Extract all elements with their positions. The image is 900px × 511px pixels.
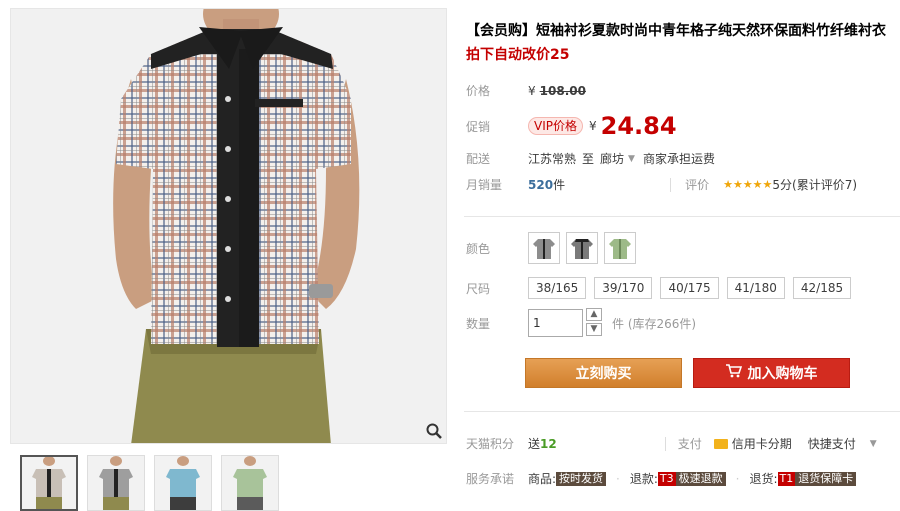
dot-separator: ·	[735, 471, 740, 486]
price-currency: ¥	[528, 83, 536, 98]
sales-unit: 件	[553, 178, 566, 192]
shipping-to-word: 至	[582, 152, 595, 166]
thumbnail-image	[222, 456, 278, 510]
shipping-from: 江苏常熟	[528, 152, 577, 166]
sales-count: 520	[528, 177, 554, 192]
shipping-destination[interactable]: 廊坊	[600, 150, 624, 167]
sales-row: 月销量 520 件 评价 ★★★★★ 5分(累计评价7)	[466, 176, 857, 193]
rating-stars-icon: ★★★★★	[723, 178, 773, 191]
size-row: 尺码 38/165 39/170 40/175 41/180 42/185	[466, 277, 859, 299]
stock-text: 件 (库存266件)	[612, 316, 697, 331]
section-divider	[464, 411, 900, 412]
thumbnail-3[interactable]	[154, 455, 212, 511]
original-price: 108.00	[539, 83, 586, 98]
thumbnail-image	[22, 457, 76, 509]
thumbnail-4[interactable]	[221, 455, 279, 511]
section-divider	[464, 216, 900, 217]
color-row: 颜色	[466, 232, 642, 264]
shirt-model-illustration	[113, 9, 360, 443]
points-label: 天猫积分	[466, 437, 515, 451]
increase-arrow-icon[interactable]: ▲	[586, 308, 602, 321]
t1-badge: T1	[777, 471, 796, 486]
quantity-input[interactable]: 1	[528, 309, 583, 337]
shirt-icon	[609, 239, 631, 259]
shipping-fee: 商家承担运费	[642, 152, 715, 166]
credit-card-installment[interactable]: 信用卡分期	[732, 435, 792, 452]
rating-label: 评价	[685, 178, 710, 192]
points-row: 天猫积分 送 12 支付 信用卡分期 快捷支付 ▼	[466, 435, 877, 452]
quick-pay[interactable]: 快捷支付	[808, 435, 856, 452]
main-product-image[interactable]	[10, 8, 447, 444]
cart-icon	[725, 359, 742, 389]
shipping-label: 配送	[466, 152, 491, 166]
decrease-arrow-icon[interactable]: ▼	[586, 323, 602, 336]
divider	[670, 177, 672, 192]
color-swatch-dark-gray[interactable]	[566, 232, 598, 264]
chevron-down-icon[interactable]: ▼	[870, 439, 877, 449]
rating-text[interactable]: 5分(累计评价7)	[772, 176, 857, 193]
shipping-row: 配送 江苏常熟 至 廊坊 ▼ 商家承担运费	[466, 150, 715, 167]
thumbnail-2[interactable]	[87, 455, 145, 511]
quantity-row: 数量 1 ▲ ▼ 件 (库存266件)	[466, 308, 696, 338]
fast-refund-badge[interactable]: 极速退款	[675, 471, 726, 486]
price-label: 价格	[466, 84, 491, 98]
size-option-38[interactable]: 38/165	[528, 277, 587, 299]
promo-row: 促销 VIP价格 ¥ 24.84	[466, 112, 677, 140]
quantity-label: 数量	[466, 316, 491, 331]
thumbnail-image	[88, 456, 144, 510]
credit-card-icon	[713, 438, 728, 449]
service-row: 服务承诺 商品: 按时发货 · 退款: T3 极速退款 · 退货: T1 退货保…	[466, 470, 857, 487]
color-swatch-gray[interactable]	[528, 232, 560, 264]
sales-label: 月销量	[466, 178, 503, 192]
chevron-down-icon[interactable]: ▼	[628, 154, 635, 164]
color-swatch-green[interactable]	[604, 232, 636, 264]
promo-label: 促销	[466, 119, 491, 134]
add-to-cart-button[interactable]: 加入购物车	[693, 358, 850, 388]
shirt-icon	[571, 239, 593, 259]
service-return-label: 退货:	[749, 472, 778, 486]
vip-price-badge: VIP价格	[528, 117, 583, 135]
add-to-cart-label: 加入购物车	[747, 366, 818, 382]
payment-label: 支付	[677, 437, 702, 451]
size-label: 尺码	[466, 281, 491, 296]
price-row: 价格 ¥ 108.00	[466, 82, 586, 99]
shirt-icon	[533, 239, 555, 259]
dot-separator: ·	[616, 471, 620, 486]
thumbnail-image	[155, 456, 211, 510]
size-option-42[interactable]: 42/185	[792, 277, 852, 299]
service-refund-label: 退款:	[629, 472, 658, 486]
on-time-delivery-badge[interactable]: 按时发货	[556, 471, 607, 486]
service-label: 服务承诺	[466, 472, 515, 486]
t3-badge: T3	[657, 471, 676, 486]
points-prefix: 送	[528, 437, 541, 451]
zoom-magnifier-icon[interactable]	[425, 422, 443, 440]
thumbnail-strip	[20, 455, 279, 511]
size-option-39[interactable]: 39/170	[594, 277, 653, 299]
quantity-stepper: ▲ ▼	[586, 308, 602, 338]
buy-now-button[interactable]: 立刻购买	[525, 358, 682, 388]
return-guarantee-badge[interactable]: 退货保障卡	[795, 471, 857, 486]
size-option-40[interactable]: 40/175	[660, 277, 719, 299]
size-option-41[interactable]: 41/180	[726, 277, 785, 299]
product-title: 【会员购】短袖衬衫夏款时尚中青年格子纯天然环保面料竹纤维衬衣	[466, 23, 886, 39]
service-goods-label: 商品:	[528, 472, 557, 486]
thumbnail-1[interactable]	[20, 455, 78, 511]
divider	[664, 436, 666, 451]
promo-price: 24.84	[600, 112, 677, 140]
product-subtitle: 拍下自动改价25	[466, 47, 570, 63]
color-label: 颜色	[466, 241, 491, 256]
promo-currency: ¥	[589, 119, 597, 133]
points-value: 12	[540, 436, 557, 451]
